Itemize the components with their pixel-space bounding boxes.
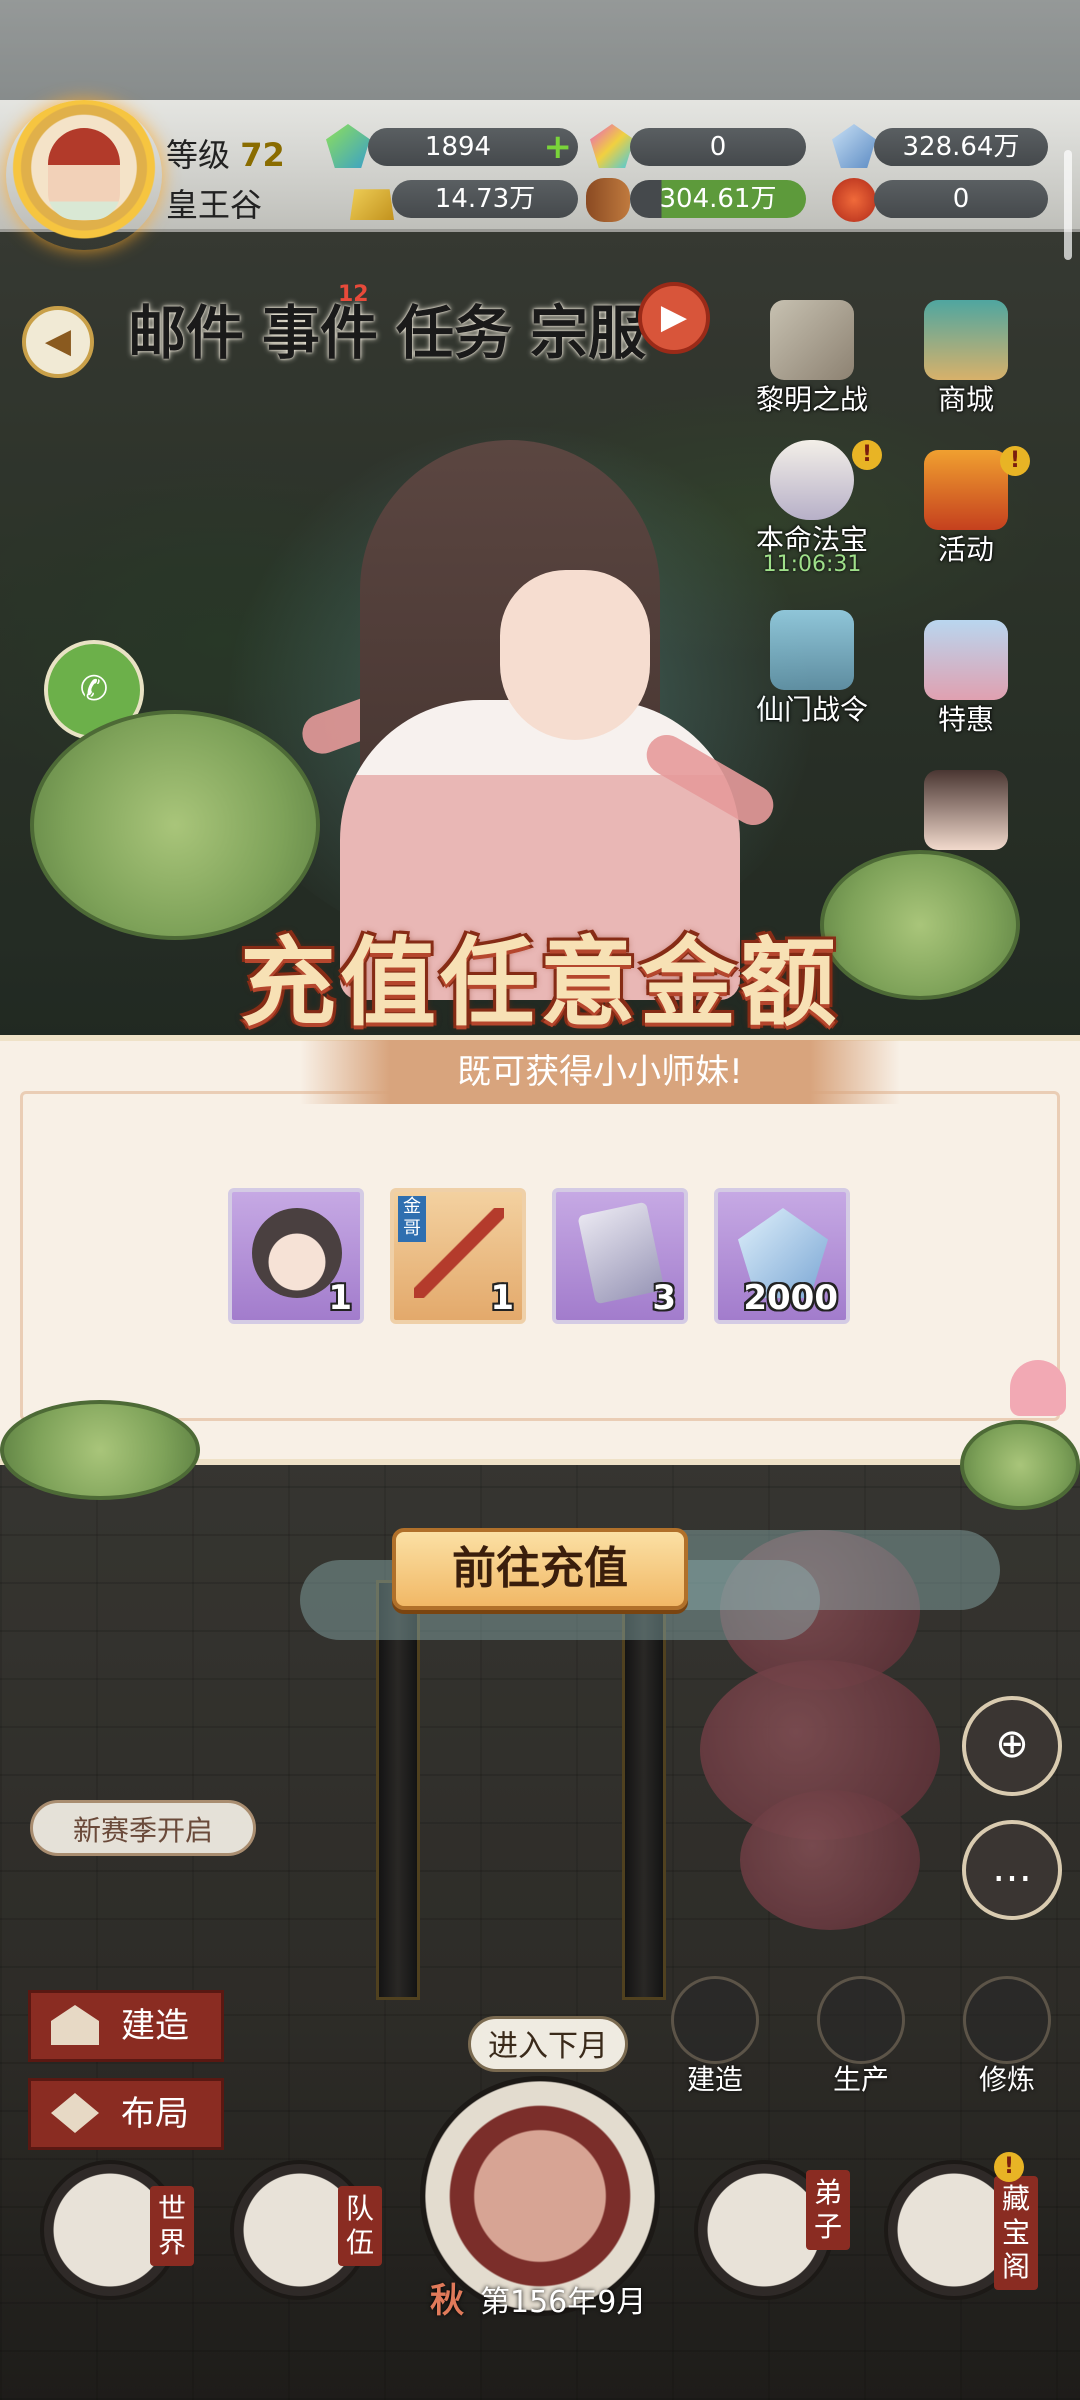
resource-value: 328.64万 [902, 132, 1020, 162]
side-shop[interactable]: 商城 [906, 300, 1026, 416]
level-value: 72 [240, 136, 285, 174]
level-label: 等级 [166, 136, 231, 174]
alert-icon: ! [1000, 446, 1030, 476]
next-month-button[interactable]: 进入下月 [468, 2016, 628, 2072]
layout-mode-button[interactable]: 布局 [28, 2078, 224, 2150]
resource-rainbow-jade[interactable]: 0 [630, 128, 806, 166]
location-name: 皇王谷 [166, 186, 263, 224]
go-recharge-button[interactable]: 前往充值 [392, 1528, 688, 1610]
resource-value: 0 [709, 132, 727, 162]
character-face [500, 570, 650, 740]
alert-icon: ! [852, 440, 882, 470]
promo-subtitle: 既可获得小小师妹! [300, 1040, 900, 1104]
scrollbar[interactable] [1064, 150, 1072, 260]
build-mode-button[interactable]: 建造 [28, 1990, 224, 2062]
shop-building-icon [924, 300, 1008, 380]
resource-spirit-stone[interactable]: 328.64万 [874, 128, 1048, 166]
item-count: 1 [328, 1278, 352, 1318]
cloud-decor [640, 1530, 1000, 1610]
side-label: 活动 [937, 533, 994, 566]
wood-log-icon [586, 178, 630, 222]
alert-icon: ! [994, 2152, 1024, 2182]
resource-value: 0 [952, 184, 970, 214]
meditation-icon [963, 1976, 1051, 2064]
resource-value: 14.73万 [434, 184, 536, 214]
layout-label: 布局 [121, 2094, 189, 2134]
resource-jade[interactable]: 1894 + [368, 128, 578, 166]
side-label: 商城 [937, 383, 994, 416]
guest-label: 宗服 [530, 299, 647, 367]
menu-prev-button[interactable]: ◀ [22, 306, 94, 378]
plus-icon[interactable]: + [544, 128, 573, 166]
side-label: 黎明之战 [755, 383, 868, 416]
reward-items: 1 金哥 1 3 2000 [228, 1188, 868, 1324]
action-produce[interactable]: 生产 [806, 1976, 916, 2098]
item-count: 2000 [743, 1278, 838, 1318]
avatar-portrait [48, 128, 120, 220]
item-count: 3 [652, 1278, 676, 1318]
portrait-icon [924, 770, 1008, 850]
lantern-icon [924, 450, 1008, 530]
player-level: 等级 72 [166, 130, 285, 176]
quick-action-button[interactable]: ⊕ [962, 1696, 1062, 1796]
promo-title: 充值任意金额 [240, 926, 840, 1039]
date-label: 第156年9月 [480, 2285, 647, 2320]
battle-flag-icon [770, 300, 854, 380]
reward-item[interactable]: 3 [552, 1188, 688, 1324]
tasks-label: 任务 [396, 299, 513, 367]
lotus-leaf-decor [960, 1420, 1080, 1510]
lotus-leaf-decor [0, 1400, 200, 1500]
disciple-label: 弟子 [806, 2170, 850, 2250]
new-season-notice[interactable]: 新赛季开启 [30, 1800, 256, 1856]
hammer-icon [671, 1976, 759, 2064]
red-pill-icon [832, 178, 876, 222]
guest-button[interactable]: 宗服 [530, 286, 646, 370]
action-label: 生产 [832, 2063, 889, 2096]
resource-gold[interactable]: 14.73万 [392, 180, 578, 218]
build-label: 建造 [121, 2006, 189, 2046]
lotus-flower-decor [1010, 1360, 1066, 1416]
menu-next-button[interactable]: ▶ [638, 282, 710, 354]
reward-item[interactable]: 金哥 1 [390, 1188, 526, 1324]
chat-button[interactable]: … [962, 1820, 1062, 1920]
game-date: 秋第156年9月 [430, 2276, 690, 2326]
player-avatar[interactable] [6, 100, 162, 250]
layout-grid-icon [51, 2093, 99, 2133]
mail-button[interactable]: 邮件 [128, 286, 244, 370]
mail-label: 邮件 [128, 299, 245, 367]
tasks-button[interactable]: 任务 [396, 286, 512, 370]
reward-item[interactable]: 1 [228, 1188, 364, 1324]
item-count: 1 [490, 1278, 514, 1318]
resource-wood[interactable]: 304.61万 [630, 180, 806, 218]
action-label: 修炼 [978, 2063, 1035, 2096]
events-label: 事件 [262, 299, 379, 367]
offer-girl-icon [924, 620, 1008, 700]
treasury-label: 藏宝阁 [994, 2176, 1038, 2290]
action-cultivate[interactable]: 修炼 [952, 1976, 1062, 2098]
events-badge: 12 [338, 282, 369, 307]
side-special-offer[interactable]: 特惠 [906, 620, 1026, 736]
reward-item[interactable]: 2000 [714, 1188, 850, 1324]
side-label: 特惠 [937, 703, 994, 736]
action-build[interactable]: 建造 [660, 1976, 770, 2098]
wheat-icon [817, 1976, 905, 2064]
house-icon [51, 2005, 99, 2045]
resource-elixir[interactable]: 0 [874, 180, 1048, 218]
action-label: 建造 [686, 2063, 743, 2096]
world-label: 世界 [150, 2186, 194, 2266]
side-dawn-battle[interactable]: 黎明之战 [752, 300, 872, 416]
team-label: 队伍 [338, 2186, 382, 2266]
resource-value: 304.61万 [659, 184, 777, 214]
fox-spirit-icon [770, 440, 854, 520]
season-label: 秋 [430, 2281, 464, 2321]
resource-value: 1894 [424, 132, 492, 162]
